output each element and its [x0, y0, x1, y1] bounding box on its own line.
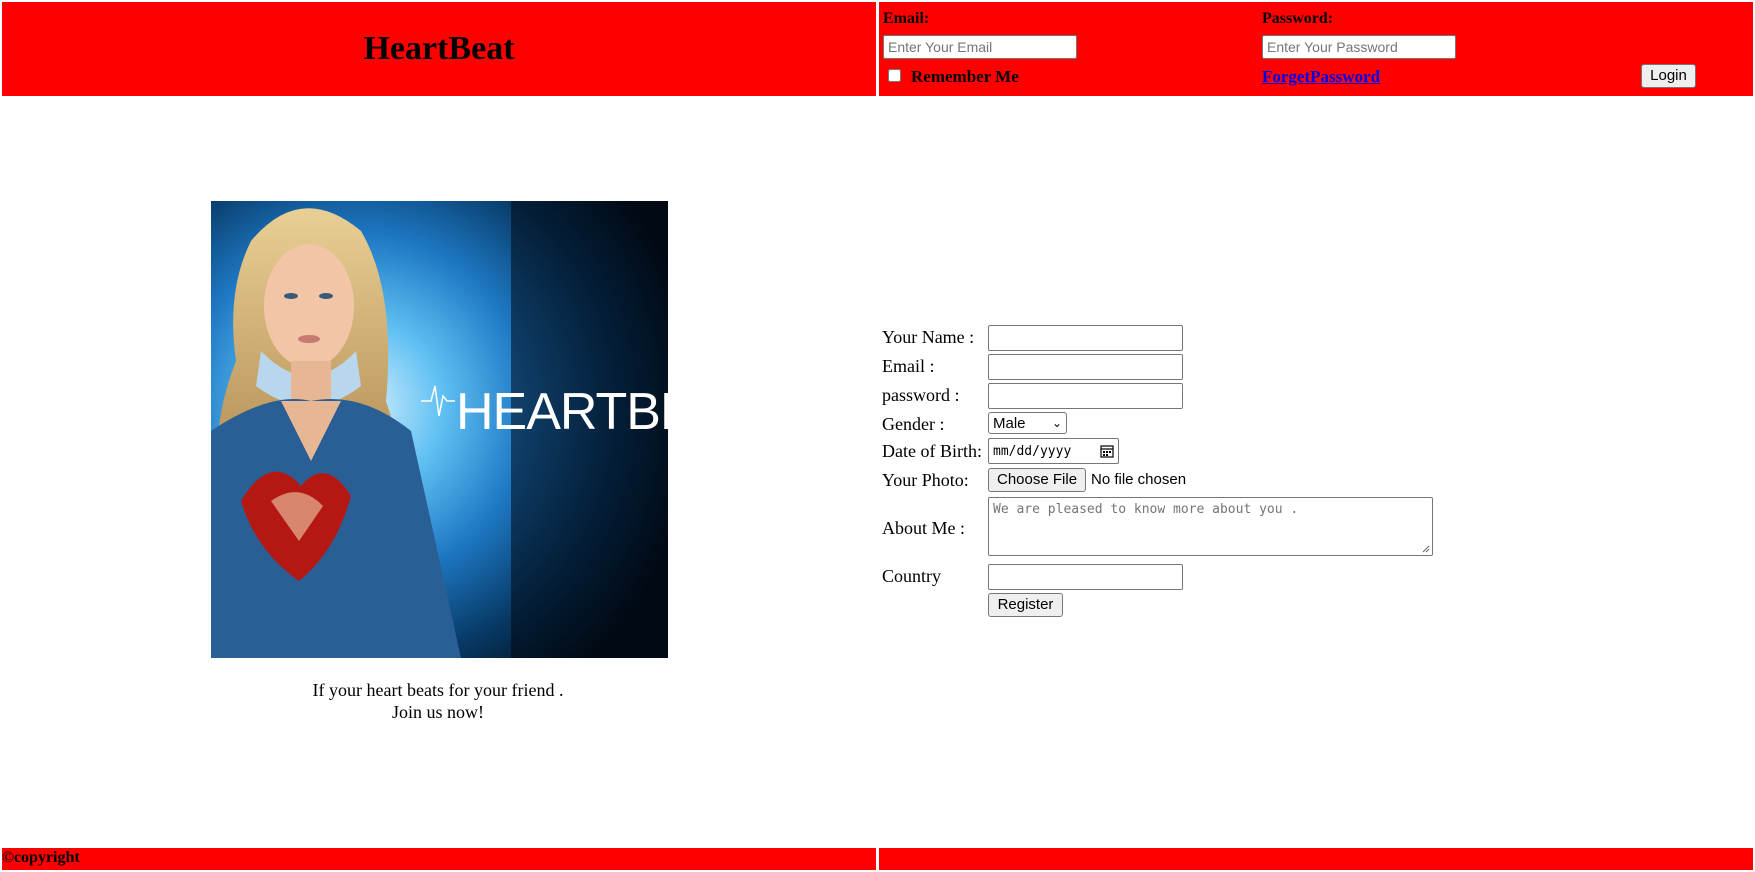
dob-input[interactable]: mm/dd/yyyy [988, 438, 1119, 464]
gender-label: Gender : [882, 414, 945, 434]
file-status: No file chosen [1091, 471, 1187, 488]
password-label: password : [882, 385, 960, 405]
header-left-panel: HeartBeat [2, 2, 876, 96]
about-placeholder: We are pleased to know more about you . [993, 502, 1299, 517]
tagline-line2: Join us now! [391, 702, 484, 722]
hero-image-graphic: HEARTBEAT [211, 201, 668, 658]
remember-me-label: Remember Me [911, 67, 1019, 86]
photo-label: Your Photo: [882, 470, 969, 490]
dob-label: Date of Birth: [882, 441, 982, 461]
remember-me-checkbox[interactable] [888, 69, 901, 82]
gender-selected-value: Male [993, 414, 1026, 432]
forget-password-link[interactable]: ForgetPassword [1262, 67, 1380, 87]
about-label: About Me : [882, 518, 965, 538]
name-label: Your Name : [882, 327, 975, 347]
login-button[interactable]: Login [1641, 64, 1696, 88]
footer-left-panel [2, 848, 876, 870]
name-input[interactable] [988, 325, 1183, 351]
calendar-icon[interactable] [1100, 444, 1114, 458]
country-label: Country [882, 566, 942, 586]
country-input[interactable] [988, 564, 1183, 590]
login-email-label: Email: [883, 10, 930, 27]
register-button[interactable]: Register [988, 593, 1063, 617]
hero-image: HEARTBEAT [211, 201, 668, 658]
copyright-text: ©copyright [2, 849, 80, 866]
chevron-down-icon: ⌄ [1051, 416, 1062, 430]
login-email-input[interactable] [883, 35, 1077, 59]
registration-form: Your Name : Email : password : Gender : … [882, 325, 1442, 625]
password-input[interactable] [988, 383, 1183, 409]
about-textarea[interactable]: We are pleased to know more about you . [988, 497, 1433, 556]
email-label: Email : [882, 356, 935, 376]
hero-image-text: HEARTBEAT [456, 383, 668, 441]
dob-placeholder: mm/dd/yyyy [993, 443, 1072, 459]
email-input[interactable] [988, 354, 1183, 380]
gender-select[interactable]: Male ⌄ [988, 412, 1067, 434]
login-password-input[interactable] [1262, 35, 1456, 59]
login-password-label: Password: [1262, 10, 1334, 27]
tagline-line1: If your heart beats for your friend . [312, 680, 564, 700]
login-panel: Email: Remember Me Password: ForgetPassw… [879, 2, 1753, 96]
footer-right-panel [879, 848, 1753, 870]
choose-file-button[interactable]: Choose File [988, 468, 1087, 492]
resize-handle-icon[interactable] [1421, 544, 1430, 553]
site-title: HeartBeat [363, 30, 515, 67]
